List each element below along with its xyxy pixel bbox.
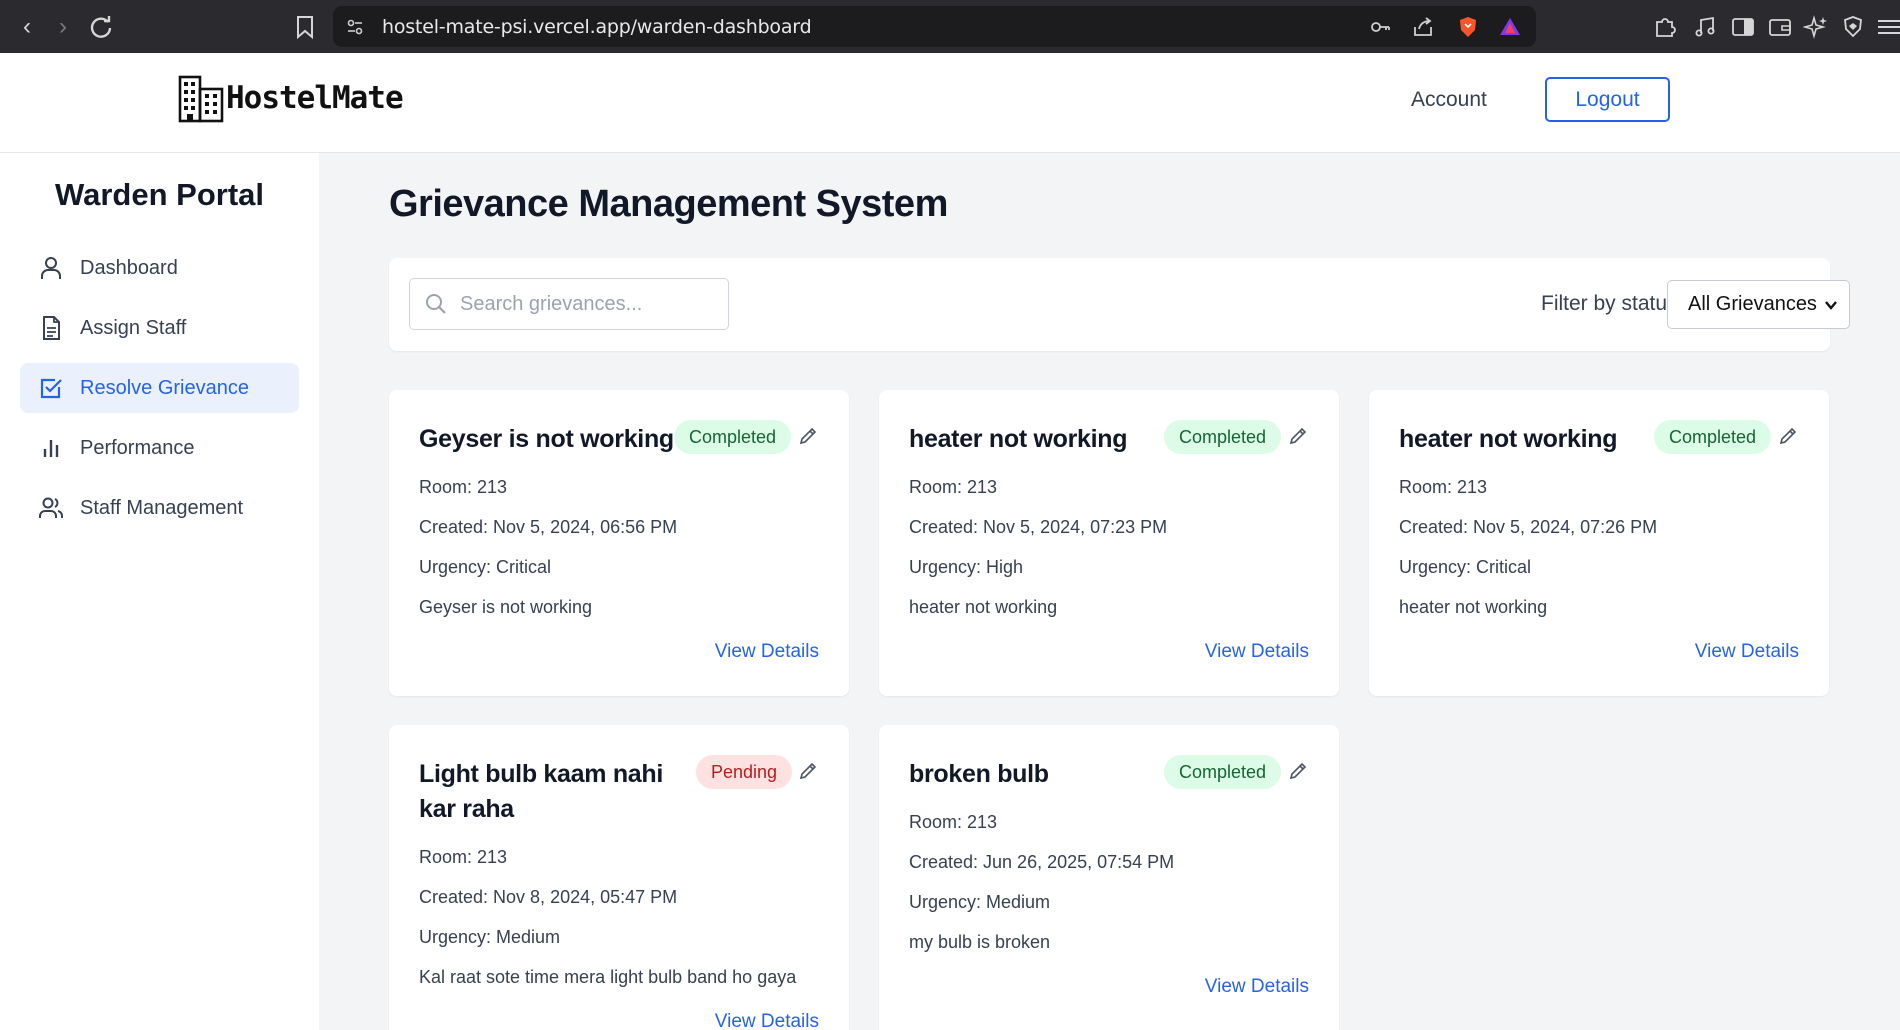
grievance-card: heater not working Completed Room: 213 C… (1369, 390, 1829, 696)
pencil-icon[interactable] (797, 425, 819, 447)
status-badge: Completed (1164, 755, 1282, 789)
key-icon[interactable] (1368, 15, 1392, 39)
building-icon (178, 75, 224, 123)
view-details-link[interactable]: View Details (1695, 641, 1799, 663)
status-badge: Completed (674, 420, 792, 454)
status-badge: Completed (1654, 420, 1772, 454)
sidebar-item-label: Dashboard (80, 256, 178, 279)
pencil-icon[interactable] (1777, 425, 1799, 447)
status-filter-value: All Grievances (1688, 293, 1817, 315)
grievance-card: heater not working Completed Room: 213 C… (879, 390, 1339, 696)
status-badge: Completed (1164, 420, 1282, 454)
users-icon (39, 497, 63, 518)
sidebar-item-dashboard[interactable]: Dashboard (20, 243, 299, 293)
search-icon (426, 294, 446, 314)
grievance-title: heater not working (1399, 425, 1618, 453)
main-content: Grievance Management System Filter by st… (319, 153, 1900, 1030)
pencil-icon[interactable] (1287, 760, 1309, 782)
grievance-title: Light bulb kaam nahi kar raha (419, 760, 664, 823)
account-link[interactable]: Account (1411, 88, 1487, 112)
grievance-created: Created: Jun 26, 2025, 07:54 PM (909, 852, 1175, 872)
sidebar-item-assign-staff[interactable]: Assign Staff (20, 303, 299, 353)
grievance-created: Created: Nov 5, 2024, 07:23 PM (909, 517, 1168, 537)
grievance-room: Room: 213 (419, 847, 508, 867)
app-header: HostelMate Account Logout (0, 53, 1900, 153)
extensions-icon[interactable] (1652, 14, 1678, 40)
view-details-link[interactable]: View Details (715, 641, 819, 663)
wallet-icon[interactable] (1767, 14, 1793, 40)
page-title: Grievance Management System (389, 183, 948, 225)
sidebar-item-label: Staff Management (80, 496, 244, 519)
address-bar[interactable]: hostel-mate-psi.vercel.app/warden-dashbo… (333, 6, 1536, 47)
grievance-urgency: Urgency: Critical (419, 557, 552, 577)
grievance-card: broken bulb Completed Room: 213 Created:… (879, 725, 1339, 1030)
site-settings-icon[interactable] (345, 17, 365, 37)
sidebar-item-resolve-grievance[interactable]: Resolve Grievance (20, 363, 299, 413)
grievance-title: heater not working (909, 425, 1128, 453)
grievance-room: Room: 213 (909, 477, 998, 497)
sidebar-item-performance[interactable]: Performance (20, 423, 299, 473)
logout-button[interactable]: Logout (1545, 77, 1670, 122)
filter-label: Filter by status: (1541, 292, 1684, 315)
grievance-description: heater not working (1399, 597, 1548, 617)
chevron-down-icon (1825, 301, 1837, 310)
grievance-card: Geyser is not working Completed Room: 21… (389, 390, 849, 696)
forward-icon[interactable]: › (48, 12, 78, 42)
vpn-icon[interactable] (1840, 14, 1866, 40)
url-text[interactable]: hostel-mate-psi.vercel.app/warden-dashbo… (382, 16, 812, 38)
sidebar: Warden Portal Dashboard Assign Staff Res… (0, 153, 319, 1030)
search-box[interactable] (409, 278, 729, 330)
grievance-card: Light bulb kaam nahi kar raha Pending Ro… (389, 725, 849, 1030)
grievance-urgency: Urgency: Medium (909, 892, 1051, 912)
back-icon[interactable]: ‹ (12, 12, 42, 42)
logo[interactable]: HostelMate (178, 73, 404, 123)
grievance-description: Kal raat sote time mera light bulb band … (419, 967, 797, 987)
checkbox-icon (40, 378, 62, 399)
grievance-created: Created: Nov 5, 2024, 06:56 PM (419, 517, 678, 537)
grievance-description: Geyser is not working (419, 597, 593, 617)
sidebar-toggle-icon[interactable] (1730, 14, 1756, 40)
brave-shield-icon[interactable] (1456, 15, 1480, 39)
grievance-description: heater not working (909, 597, 1058, 617)
reload-icon[interactable] (86, 12, 116, 42)
brave-rewards-icon[interactable] (1498, 15, 1522, 39)
sidebar-item-label: Performance (80, 436, 195, 459)
sidebar-title: Warden Portal (55, 177, 264, 212)
grievance-urgency: Urgency: High (909, 557, 1024, 577)
logo-text: HostelMate (226, 80, 404, 116)
grievance-created: Created: Nov 5, 2024, 07:26 PM (1399, 517, 1658, 537)
grievance-room: Room: 213 (419, 477, 508, 497)
document-icon (43, 316, 60, 340)
browser-toolbar: ‹ › hostel-mate-psi.vercel.app/warden-da… (0, 0, 1900, 53)
view-details-link[interactable]: View Details (715, 1011, 819, 1030)
grievance-room: Room: 213 (1399, 477, 1488, 497)
pencil-icon[interactable] (797, 760, 819, 782)
sidebar-item-label: Resolve Grievance (80, 376, 249, 399)
search-input[interactable] (460, 279, 720, 329)
music-icon[interactable] (1692, 14, 1718, 40)
menu-icon[interactable] (1874, 14, 1900, 40)
leo-ai-icon[interactable] (1802, 14, 1829, 40)
grievance-title: broken bulb (909, 760, 1049, 788)
view-details-link[interactable]: View Details (1205, 641, 1309, 663)
user-icon (41, 257, 61, 279)
bookmark-icon[interactable] (293, 14, 317, 40)
view-details-link[interactable]: View Details (1205, 976, 1309, 998)
grievance-title: Geyser is not working (419, 425, 674, 453)
status-badge: Pending (696, 755, 793, 789)
grievance-room: Room: 213 (909, 812, 998, 832)
status-filter-select[interactable]: All Grievances (1667, 280, 1850, 329)
filter-panel: Filter by status: All Grievances (389, 258, 1850, 351)
sidebar-item-staff-management[interactable]: Staff Management (20, 483, 299, 533)
grievance-urgency: Urgency: Critical (1399, 557, 1532, 577)
sidebar-item-label: Assign Staff (80, 316, 187, 339)
grievance-description: my bulb is broken (909, 932, 1051, 952)
bar-chart-icon (43, 440, 59, 457)
share-icon[interactable] (1411, 15, 1435, 39)
grievance-created: Created: Nov 8, 2024, 05:47 PM (419, 887, 678, 907)
grievance-urgency: Urgency: Medium (419, 927, 561, 947)
pencil-icon[interactable] (1287, 425, 1309, 447)
